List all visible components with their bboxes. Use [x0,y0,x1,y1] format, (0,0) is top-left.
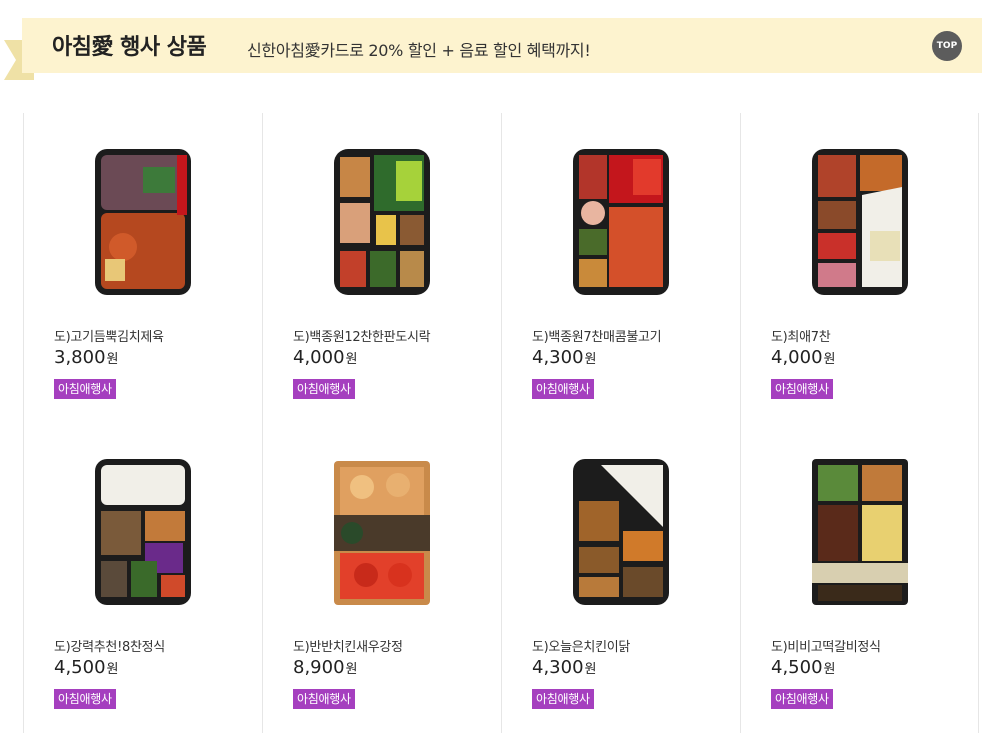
product-price: 4,300원 [532,657,597,678]
price-unit: 원 [584,352,597,367]
product-name[interactable]: 도)백종원7찬매콤불고기 [532,326,662,345]
price-unit: 원 [345,662,358,677]
price-unit: 원 [584,662,597,677]
banner-subtitle: 신한아침愛카드로 20% 할인 + 음료 할인 혜택까지! [247,41,591,60]
promo-badge: 아침애행사 [771,689,833,709]
product-name[interactable]: 도)비비고떡갈비정식 [771,636,881,655]
product-price: 4,300원 [532,347,597,368]
lunchbox-image[interactable] [93,147,193,297]
product-price: 4,500원 [771,657,836,678]
product-price: 3,800원 [54,347,119,368]
price-unit: 원 [823,352,836,367]
product-grid: 도)고기듬뿍김치제육 3,800원 아침애행사 도)백종원12찬한판도시락 4,… [23,113,983,733]
product-card[interactable]: 도)백종원7찬매콤불고기 4,300원 아침애행사 [501,113,740,423]
promo-badge: 아침애행사 [293,379,355,399]
product-card[interactable]: 도)반반치킨새우강정 8,900원 아침애행사 [262,423,501,733]
lunchbox-image[interactable] [332,457,432,607]
price-unit: 원 [823,662,836,677]
price-value: 4,300 [532,657,584,678]
lunchbox-image[interactable] [571,147,671,297]
product-name[interactable]: 도)최애7찬 [771,326,831,345]
product-card[interactable]: 도)최애7찬 4,000원 아침애행사 [740,113,979,423]
product-name[interactable]: 도)오늘은치킨이닭 [532,636,630,655]
promo-badge: 아침애행사 [532,689,594,709]
promo-badge: 아침애행사 [771,379,833,399]
promo-badge: 아침애행사 [532,379,594,399]
promo-badge: 아침애행사 [293,689,355,709]
price-value: 4,500 [771,657,823,678]
lunchbox-image[interactable] [571,457,671,607]
scroll-top-button[interactable]: TOP [932,31,962,61]
price-unit: 원 [106,662,119,677]
price-value: 3,800 [54,347,106,368]
banner-title: 아침愛 행사 상품 [52,35,207,60]
lunchbox-image[interactable] [810,147,910,297]
product-card[interactable]: 도)비비고떡갈비정식 4,500원 아침애행사 [740,423,979,733]
product-name[interactable]: 도)강력추천!8찬정식 [54,636,165,655]
product-price: 4,500원 [54,657,119,678]
promo-badge: 아침애행사 [54,379,116,399]
product-card[interactable]: 도)고기듬뿍김치제육 3,800원 아침애행사 [23,113,262,423]
price-value: 4,000 [293,347,345,368]
price-unit: 원 [106,352,119,367]
product-card[interactable]: 도)백종원12찬한판도시락 4,000원 아침애행사 [262,113,501,423]
price-value: 4,500 [54,657,106,678]
lunchbox-image[interactable] [93,457,193,607]
product-price: 4,000원 [771,347,836,368]
price-unit: 원 [345,352,358,367]
product-name[interactable]: 도)백종원12찬한판도시락 [293,326,431,345]
promo-badge: 아침애행사 [54,689,116,709]
price-value: 4,300 [532,347,584,368]
price-value: 4,000 [771,347,823,368]
price-value: 8,900 [293,657,345,678]
product-card[interactable]: 도)오늘은치킨이닭 4,300원 아침애행사 [501,423,740,733]
lunchbox-image[interactable] [332,147,432,297]
product-price: 8,900원 [293,657,358,678]
product-card[interactable]: 도)강력추천!8찬정식 4,500원 아침애행사 [23,423,262,733]
product-price: 4,000원 [293,347,358,368]
promo-banner: 아침愛 행사 상품 신한아침愛카드로 20% 할인 + 음료 할인 혜택까지! … [22,18,982,73]
product-name[interactable]: 도)고기듬뿍김치제육 [54,326,164,345]
lunchbox-image[interactable] [810,457,910,607]
product-name[interactable]: 도)반반치킨새우강정 [293,636,403,655]
